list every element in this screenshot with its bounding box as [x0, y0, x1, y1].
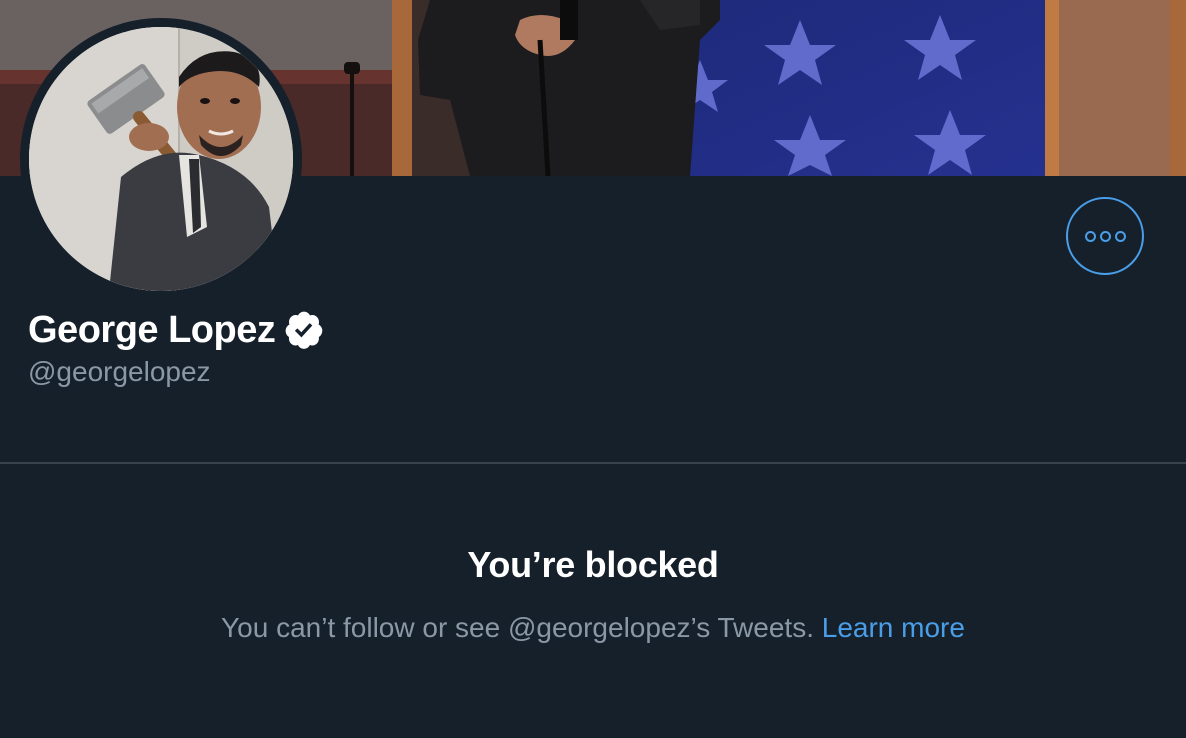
section-divider	[0, 462, 1186, 464]
verified-badge-icon	[283, 309, 325, 351]
profile-name-row: George Lopez	[28, 306, 325, 354]
more-options-icon	[1084, 230, 1096, 242]
blocked-message-row: You can’t follow or see @georgelopez’s T…	[0, 612, 1186, 644]
profile-handle: @georgelopez	[28, 356, 211, 387]
learn-more-link[interactable]: Learn more	[822, 612, 965, 643]
display-name: George Lopez	[28, 308, 276, 351]
profile-avatar[interactable]	[20, 18, 302, 300]
avatar-photo	[29, 27, 293, 291]
blocked-message: You can’t follow or see @georgelopez’s T…	[221, 612, 814, 643]
more-options-icon-dot	[1114, 230, 1126, 242]
more-options-button[interactable]	[1066, 197, 1144, 275]
profile-page: George Lopez @georgelopez You’re blocked…	[0, 0, 1186, 738]
blocked-title: You’re blocked	[467, 544, 719, 585]
more-options-icon-dot	[1099, 230, 1111, 242]
